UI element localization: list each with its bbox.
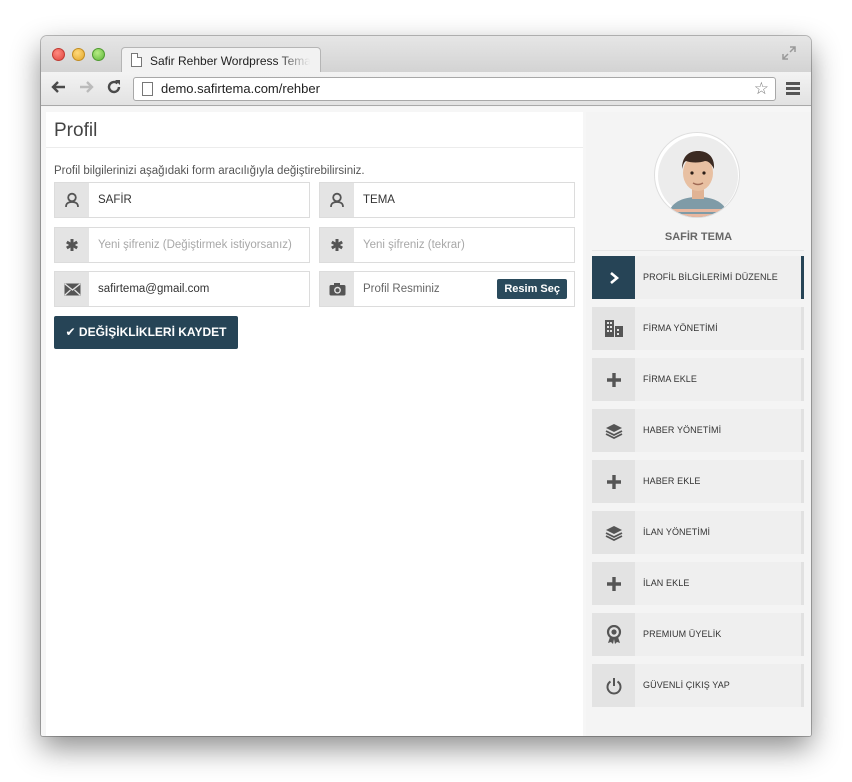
sidebar-item-premium-membership[interactable]: PREMIUM ÜYELİK xyxy=(592,613,804,656)
sidebar-item-add-news[interactable]: HABER EKLE xyxy=(592,460,804,503)
email-value[interactable]: safirtema@gmail.com xyxy=(98,283,209,295)
sidebar-item-label: PROFİL BİLGİLERİMİ DÜZENLE xyxy=(643,272,778,282)
title-bar: Safir Rehber Wordpress Temas xyxy=(41,36,811,73)
sidebar-item-label: HABER EKLE xyxy=(643,476,701,486)
sidebar-item-company-management[interactable]: FİRMA YÖNETİMİ xyxy=(592,307,804,350)
intro-text: Profil bilgilerinizi aşağıdaki form arac… xyxy=(54,165,365,177)
tab-title: Safir Rehber Wordpress Temas xyxy=(150,54,310,68)
browser-menu-button[interactable] xyxy=(786,82,800,95)
avatar xyxy=(654,132,740,218)
browser-window: Safir Rehber Wordpress Temas demo.safirt… xyxy=(41,36,811,736)
layers-icon xyxy=(592,409,635,452)
reload-button[interactable] xyxy=(104,78,124,98)
sidebar-item-label: FİRMA EKLE xyxy=(643,374,698,384)
first-name-value[interactable]: SAFİR xyxy=(98,194,132,206)
forward-button[interactable] xyxy=(76,78,96,98)
layers-icon xyxy=(592,511,635,554)
divider xyxy=(46,147,583,148)
sidebar-item-listing-management[interactable]: İLAN YÖNETİMİ xyxy=(592,511,804,554)
minimize-window-button[interactable] xyxy=(72,48,85,61)
page-title: Profil xyxy=(54,120,98,141)
password-placeholder[interactable]: Yeni şifreniz (Değiştirmek istiyorsanız) xyxy=(98,239,292,251)
account-sidebar: SAFİR TEMA PROFİL BİLGİLERİMİ DÜZENLE Fİ… xyxy=(586,112,811,736)
chevron-right-icon xyxy=(592,256,635,299)
password-field[interactable]: Yeni şifreniz (Değiştirmek istiyorsanız) xyxy=(54,227,310,263)
building-icon xyxy=(592,307,635,350)
sidebar-item-logout[interactable]: GÜVENLİ ÇIKIŞ YAP xyxy=(592,664,804,707)
close-window-button[interactable] xyxy=(52,48,65,61)
password-repeat-field[interactable]: Yeni şifreniz (tekrar) xyxy=(319,227,575,263)
sidebar-item-add-listing[interactable]: İLAN EKLE xyxy=(592,562,804,605)
plus-icon xyxy=(592,562,635,605)
fullscreen-icon[interactable] xyxy=(781,45,797,61)
asterisk-icon xyxy=(55,228,89,262)
save-changes-button[interactable]: ✔ DEĞİŞİKLİKLERİ KAYDET xyxy=(54,316,238,349)
sidebar-item-label: İLAN EKLE xyxy=(643,578,690,588)
envelope-icon xyxy=(55,272,89,306)
zoom-window-button[interactable] xyxy=(92,48,105,61)
sidebar-item-label: PREMIUM ÜYELİK xyxy=(643,629,722,639)
browser-tab[interactable]: Safir Rehber Wordpress Temas xyxy=(121,47,321,73)
last-name-field[interactable]: TEMA xyxy=(319,182,575,218)
page-content: Profil Profil bilgilerinizi aşağıdaki fo… xyxy=(41,107,811,736)
plus-icon xyxy=(592,358,635,401)
url-text[interactable]: demo.safirtema.com/rehber xyxy=(161,81,320,96)
choose-image-button[interactable]: Resim Seç xyxy=(497,279,567,299)
back-button[interactable] xyxy=(49,78,69,98)
award-icon xyxy=(592,613,635,656)
sidebar-item-news-management[interactable]: HABER YÖNETİMİ xyxy=(592,409,804,452)
address-bar[interactable]: demo.safirtema.com/rehber ☆ xyxy=(133,77,776,101)
browser-toolbar: demo.safirtema.com/rehber ☆ xyxy=(41,72,811,106)
sidebar-item-label: HABER YÖNETİMİ xyxy=(643,425,722,435)
page-icon xyxy=(142,82,153,96)
page-icon xyxy=(131,53,142,67)
bookmark-star-icon[interactable]: ☆ xyxy=(754,79,769,99)
user-icon xyxy=(55,183,89,217)
sidebar-item-label: FİRMA YÖNETİMİ xyxy=(643,323,718,333)
avatar-placeholder: Profil Resminiz xyxy=(363,283,440,295)
sidebar-item-label: İLAN YÖNETİMİ xyxy=(643,527,711,537)
user-name: SAFİR TEMA xyxy=(664,231,733,243)
email-field[interactable]: safirtema@gmail.com xyxy=(54,271,310,307)
profile-panel: Profil Profil bilgilerinizi aşağıdaki fo… xyxy=(46,112,583,736)
sidebar-item-add-company[interactable]: FİRMA EKLE xyxy=(592,358,804,401)
power-icon xyxy=(592,664,635,707)
first-name-field[interactable]: SAFİR xyxy=(54,182,310,218)
sidebar-item-label: GÜVENLİ ÇIKIŞ YAP xyxy=(643,680,730,690)
camera-icon xyxy=(320,272,354,306)
plus-icon xyxy=(592,460,635,503)
user-icon xyxy=(320,183,354,217)
divider xyxy=(592,250,804,251)
last-name-value[interactable]: TEMA xyxy=(363,194,395,206)
avatar-upload-field[interactable]: Profil Resminiz Resim Seç xyxy=(319,271,575,307)
asterisk-icon xyxy=(320,228,354,262)
password-repeat-placeholder[interactable]: Yeni şifreniz (tekrar) xyxy=(363,239,465,251)
sidebar-item-edit-profile[interactable]: PROFİL BİLGİLERİMİ DÜZENLE xyxy=(592,256,804,299)
